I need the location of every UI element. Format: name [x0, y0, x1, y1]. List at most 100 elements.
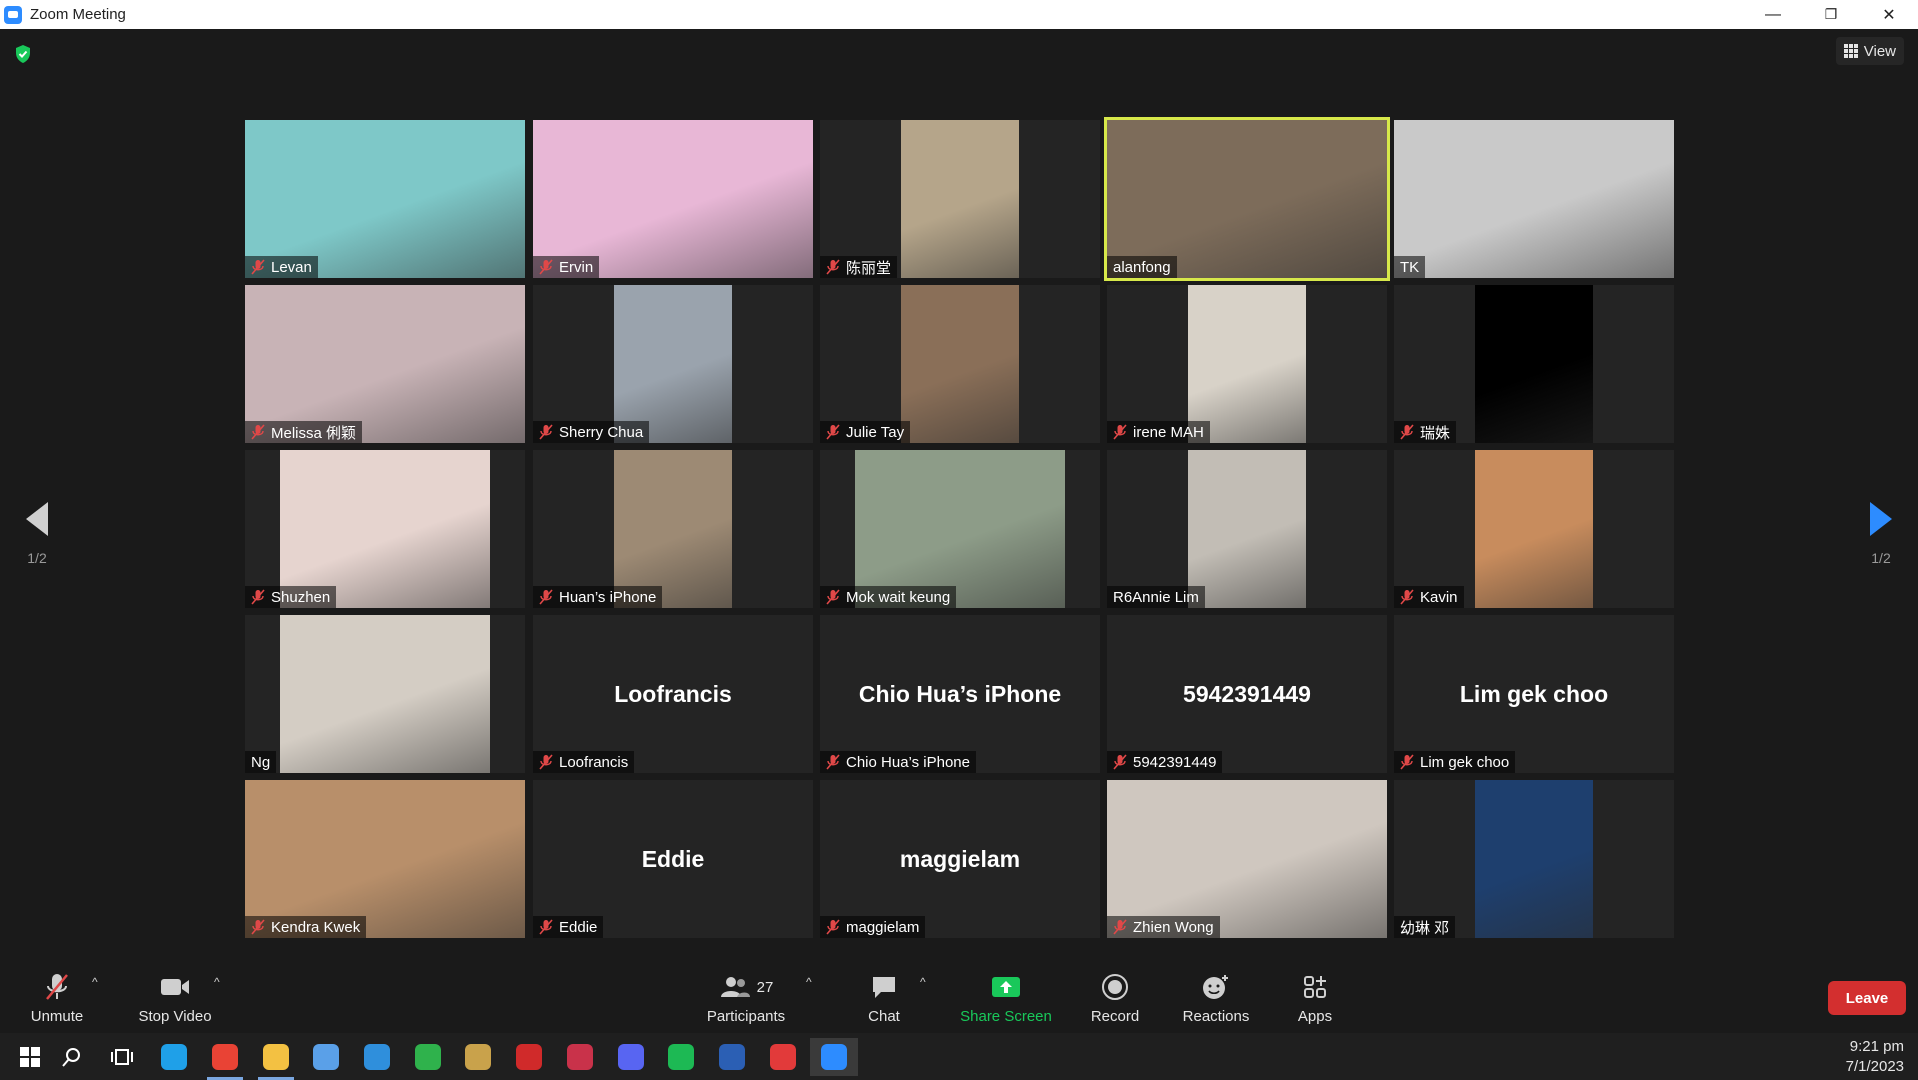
video-camera-icon	[159, 970, 191, 1004]
participant-tile[interactable]: maggielam maggielam	[820, 780, 1100, 938]
edge-icon[interactable]	[150, 1038, 198, 1076]
task-view-icon[interactable]	[98, 1038, 146, 1076]
video-options-caret[interactable]: ^	[214, 975, 220, 989]
participant-video	[855, 450, 1065, 608]
participant-video	[1475, 450, 1593, 608]
participants-button[interactable]: 27 Participants	[700, 961, 792, 1033]
participant-tile[interactable]: Kendra Kwek	[245, 780, 525, 938]
participant-tile[interactable]: Mok wait keung	[820, 450, 1100, 608]
chat-options-caret[interactable]: ^	[920, 975, 926, 989]
xbox-icon[interactable]	[404, 1038, 452, 1076]
participant-tile[interactable]: 瑞姝	[1394, 285, 1674, 443]
share-screen-icon	[990, 970, 1022, 1004]
stop-video-button[interactable]: Stop Video	[130, 961, 220, 1033]
participant-video	[245, 120, 525, 278]
audio-options-caret[interactable]: ^	[92, 975, 98, 989]
participant-tile[interactable]: Julie Tay	[820, 285, 1100, 443]
apps-button[interactable]: Apps	[1290, 961, 1340, 1033]
zoom-icon[interactable]	[810, 1038, 858, 1076]
microphone-muted-icon	[826, 259, 846, 275]
participant-tile[interactable]: Loofrancis Loofrancis	[533, 615, 813, 773]
microphone-muted-icon	[826, 754, 846, 770]
participant-tile[interactable]: Melissa 俐颖	[245, 285, 525, 443]
league-icon[interactable]	[454, 1038, 502, 1076]
participant-video	[1107, 120, 1387, 278]
view-button[interactable]: View	[1835, 37, 1904, 65]
participant-name-label: irene MAH	[1107, 421, 1210, 443]
participants-icon	[720, 977, 750, 997]
restore-button[interactable]: ❐	[1802, 0, 1860, 29]
participant-tile[interactable]: 幼琳 邓	[1394, 780, 1674, 938]
spotify-icon[interactable]	[657, 1038, 705, 1076]
participant-tile[interactable]: TK	[1394, 120, 1674, 278]
windows-start-icon[interactable]	[6, 1038, 54, 1076]
participant-video	[245, 285, 525, 443]
system-clock[interactable]: 9:21 pm 7/1/2023	[1846, 1037, 1904, 1077]
leave-button[interactable]: Leave	[1828, 981, 1906, 1015]
participant-name: 幼琳 邓	[1400, 919, 1450, 937]
microphone-muted-icon	[826, 424, 846, 440]
store-icon[interactable]	[302, 1038, 350, 1076]
participant-name: Shuzhen	[271, 588, 331, 606]
participant-tile[interactable]: Ng	[245, 615, 525, 773]
participant-tile[interactable]: irene MAH	[1107, 285, 1387, 443]
participant-tile[interactable]: Levan	[245, 120, 525, 278]
participant-tile[interactable]: R6Annie Lim	[1107, 450, 1387, 608]
participant-tile[interactable]: Ervin	[533, 120, 813, 278]
participant-video	[1107, 780, 1387, 938]
valorant-icon[interactable]	[556, 1038, 604, 1076]
page-indicator-left: 1/2	[27, 550, 47, 566]
zoom-app-icon	[4, 5, 22, 24]
participant-name-label: Huan’s iPhone	[533, 586, 663, 608]
close-button[interactable]: ✕	[1860, 0, 1918, 29]
chrome-icon[interactable]	[201, 1038, 249, 1080]
participant-name-label: Julie Tay	[820, 421, 911, 443]
participant-tile[interactable]: 陈丽堂	[820, 120, 1100, 278]
participants-label: Participants	[706, 1008, 786, 1025]
apps-icon	[1302, 970, 1328, 1004]
participant-name: Eddie	[559, 918, 598, 936]
participant-name-label: 幼琳 邓	[1394, 916, 1456, 938]
search-icon[interactable]	[48, 1038, 96, 1076]
participant-name: Huan’s iPhone	[559, 588, 657, 606]
discord-icon[interactable]	[607, 1038, 655, 1076]
participant-tile[interactable]: Eddie Eddie	[533, 780, 813, 938]
participant-tile[interactable]: 5942391449 5942391449	[1107, 615, 1387, 773]
participant-display-name: Lim gek choo	[1459, 681, 1609, 707]
participant-tile[interactable]: Sherry Chua	[533, 285, 813, 443]
participants-options-caret[interactable]: ^	[806, 975, 812, 989]
participant-tile[interactable]: Chio Hua’s iPhone Chio Hua’s iPhone	[820, 615, 1100, 773]
unmute-button[interactable]: Unmute	[20, 961, 94, 1033]
microphone-muted-icon	[251, 424, 271, 440]
music-icon[interactable]	[759, 1038, 807, 1076]
participant-tile[interactable]: Huan’s iPhone	[533, 450, 813, 608]
participant-name: Loofrancis	[559, 753, 629, 771]
participant-tile[interactable]: Lim gek choo Lim gek choo	[1394, 615, 1674, 773]
participant-video	[901, 285, 1019, 443]
meeting-area: View 1/2 1/2 Levan Ervin 陈丽堂 alanfong TK Meli…	[0, 29, 1918, 961]
chat-button[interactable]: Chat	[856, 961, 912, 1033]
participant-video	[245, 780, 525, 938]
participant-display-name: maggielam	[899, 846, 1021, 872]
participant-name: 5942391449	[1133, 753, 1217, 771]
shield-check-icon[interactable]	[14, 44, 32, 64]
record-button[interactable]: Record	[1084, 961, 1146, 1033]
participant-tile[interactable]: Shuzhen	[245, 450, 525, 608]
previous-page-button[interactable]: 1/2	[0, 474, 74, 594]
word-icon[interactable]	[708, 1038, 756, 1076]
participant-name-label: Shuzhen	[245, 586, 337, 608]
mail-icon[interactable]	[353, 1038, 401, 1076]
participant-tile[interactable]: Kavin	[1394, 450, 1674, 608]
participant-tile[interactable]: Zhien Wong	[1107, 780, 1387, 938]
file-explorer-icon[interactable]	[252, 1038, 300, 1080]
share-screen-button[interactable]: Share Screen	[954, 961, 1058, 1033]
minimize-button[interactable]: —	[1744, 0, 1802, 29]
participant-tile[interactable]: alanfong	[1104, 117, 1390, 281]
participant-name: Levan	[271, 258, 312, 276]
participant-name: Chio Hua’s iPhone	[846, 753, 970, 771]
participant-name-label: Zhien Wong	[1107, 916, 1220, 938]
reactions-button[interactable]: Reactions	[1176, 961, 1256, 1033]
garena-icon[interactable]	[505, 1038, 553, 1076]
chat-label: Chat	[868, 1008, 900, 1025]
next-page-button[interactable]: 1/2	[1844, 474, 1918, 594]
